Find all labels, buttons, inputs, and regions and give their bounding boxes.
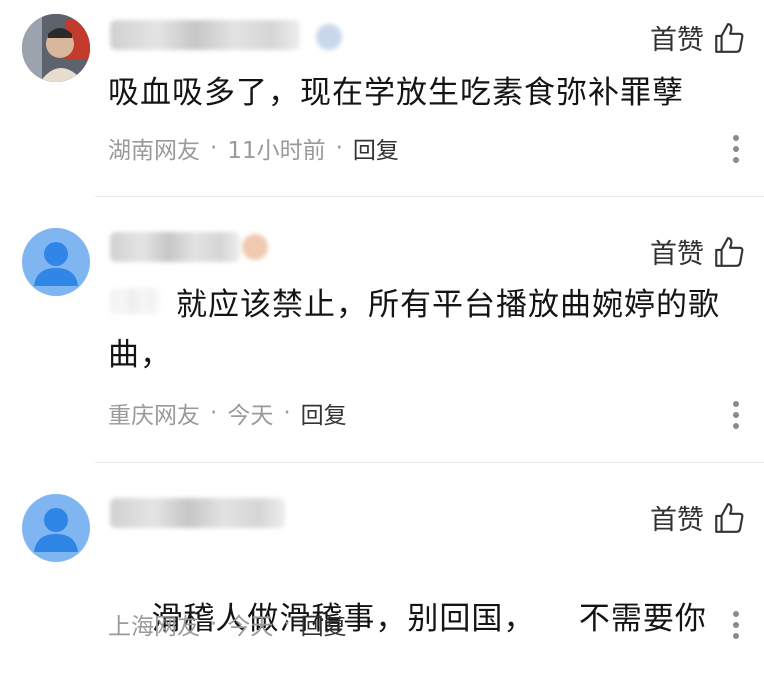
user-badge-icon [316,24,342,50]
like-button[interactable]: 首赞 [650,498,746,537]
comment-meta: 重庆网友 · 今天 · 回复 [108,396,347,430]
separator: · [210,611,218,637]
comment-meta: 湖南网友 · 11小时前 · 回复 [108,131,399,165]
divider [95,462,764,463]
location: 重庆网友 [108,403,200,429]
default-user-icon [34,242,78,286]
timestamp: 今天 [227,614,274,640]
comment-text-content: 就应该禁止，所有平台播放曲婉婷的歌曲， [108,287,720,373]
separator: · [283,400,291,426]
thumbs-up-icon [715,22,744,53]
divider [95,196,764,197]
like-label: 首赞 [650,239,704,270]
like-label: 首赞 [650,25,704,56]
username-blurred[interactable] [110,20,300,50]
like-label: 首赞 [650,505,704,536]
more-vertical-icon[interactable] [732,401,740,434]
more-vertical-icon[interactable] [732,611,740,644]
more-vertical-icon[interactable] [732,135,740,168]
thumbs-up-icon [715,236,744,267]
like-button[interactable]: 首赞 [650,18,746,57]
reply-button[interactable]: 回复 [301,396,347,430]
separator: · [335,135,343,161]
separator: · [210,400,218,426]
location: 上海网友 [108,614,200,640]
comment-text: 就应该禁止，所有平台播放曲婉婷的歌曲， [108,280,736,380]
avatar[interactable] [22,14,90,82]
reply-button[interactable]: 回复 [301,607,347,641]
default-user-icon [34,508,78,552]
separator: · [283,611,291,637]
timestamp: 11小时前 [227,138,326,164]
username-blurred[interactable] [110,498,285,528]
separator: · [210,135,218,161]
avatar[interactable] [22,494,90,562]
thumbs-up-icon [715,502,744,533]
user-badge-icon [242,234,268,260]
reply-button[interactable]: 回复 [353,131,399,165]
comment-meta: 上海网友 · 今天 · 回复 [108,607,347,641]
timestamp: 今天 [227,403,274,429]
comment-text: 吸血吸多了，现在学放生吃素食弥补罪孽 [108,75,684,111]
username-blurred[interactable] [110,232,240,262]
location: 湖南网友 [108,138,200,164]
like-button[interactable]: 首赞 [650,232,746,271]
avatar[interactable] [22,228,90,296]
user-photo-icon [22,14,90,82]
